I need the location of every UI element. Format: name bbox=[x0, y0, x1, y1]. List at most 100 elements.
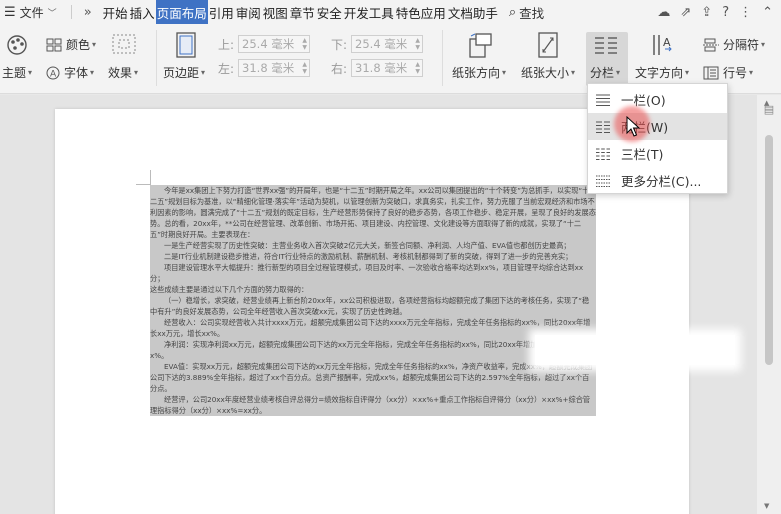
dropdown-arrow-icon: ▾ bbox=[28, 68, 33, 77]
paper-size-icon bbox=[537, 32, 559, 58]
bottom-margin-field[interactable]: 下: 25.4 毫米 ▲ ▼ bbox=[331, 35, 424, 53]
paragraph[interactable]: 经营收入：公司实现经营收入共计xxxx万元，超额完成集团公司下达的xxxx万元全… bbox=[150, 317, 596, 339]
hamburger-icon: ☰ bbox=[4, 4, 16, 20]
paragraph[interactable]: （一）稳增长，求突破，经营业绩再上新台阶20xx年，xx公司积极进取，各项经营指… bbox=[150, 295, 596, 317]
paragraph[interactable]: 今年是xx集团上下努力打造“世界xx强”的开局年，也是“十二五”时期开局之年。x… bbox=[150, 185, 596, 240]
three-column-icon bbox=[596, 148, 610, 160]
tab-doc-assistant[interactable]: 文档助手 bbox=[447, 0, 499, 24]
three-column-item[interactable]: 三栏(T) bbox=[588, 140, 727, 167]
left-margin-label: 左: bbox=[218, 61, 235, 76]
search-label: 查找 bbox=[519, 5, 545, 21]
paragraph[interactable]: 这些成绩主要是通过以下几个方面的努力取得的： bbox=[150, 284, 596, 295]
breaks-button[interactable]: 分隔符 ▾ bbox=[703, 36, 765, 53]
more-columns-item[interactable]: 更多分栏(C)... bbox=[588, 167, 727, 194]
line-numbers-icon bbox=[703, 66, 719, 79]
left-margin-field[interactable]: 左: 31.8 毫米 ▲ ▼ bbox=[218, 59, 311, 77]
tab-references[interactable]: 引用 bbox=[208, 0, 235, 24]
dropdown-arrow-icon: ▾ bbox=[761, 40, 766, 49]
text-direction-icon: A bbox=[651, 34, 675, 56]
share-icon[interactable]: ⇗ bbox=[680, 5, 691, 20]
paragraph[interactable]: EVA值：实现xx万元，超额完成集团公司下达的xx万元全年指标，完成全年任务指标… bbox=[150, 361, 596, 394]
colors-button[interactable]: 颜色 ▾ bbox=[46, 36, 96, 53]
bottom-margin-label: 下: bbox=[331, 37, 348, 52]
margins-button[interactable]: 页边距 ▾ bbox=[163, 64, 205, 81]
one-column-item[interactable]: 一栏(O) bbox=[588, 86, 727, 113]
file-menu-label: 文件 bbox=[19, 5, 44, 20]
dropdown-arrow-icon: ▾ bbox=[685, 68, 690, 77]
more-tabs-icon[interactable]: » bbox=[84, 5, 92, 20]
top-margin-label: 上: bbox=[218, 37, 235, 52]
scrollbar-thumb[interactable] bbox=[765, 135, 773, 365]
theme-icon bbox=[6, 34, 28, 56]
margins-label: 页边距 bbox=[163, 66, 200, 80]
search-button[interactable]: ⌕ 查找 bbox=[509, 3, 544, 22]
more-columns-icon bbox=[596, 175, 610, 187]
document-body[interactable]: 今年是xx集团上下努力打造“世界xx强”的开局年，也是“十二五”时期开局之年。x… bbox=[150, 185, 596, 416]
paragraph[interactable]: 净利润：实现净利润xx万元，超额完成集团公司下达的xx万元全年指标，完成全年任务… bbox=[150, 339, 596, 361]
tab-developer[interactable]: 开发工具 bbox=[343, 0, 395, 24]
line-numbers-button[interactable]: 行号 ▾ bbox=[703, 64, 753, 81]
theme-button[interactable]: 主题 ▾ bbox=[2, 64, 32, 81]
orientation-icon bbox=[467, 32, 493, 58]
more-icon[interactable]: ⋮ bbox=[739, 5, 752, 20]
fonts-icon: A bbox=[46, 66, 60, 79]
left-margin-input[interactable]: 31.8 毫米 ▲ ▼ bbox=[238, 59, 311, 77]
effects-button[interactable]: 效果 ▾ bbox=[108, 64, 138, 81]
orientation-button[interactable]: 纸张方向 ▾ bbox=[452, 64, 506, 81]
colors-label: 颜色 bbox=[66, 38, 91, 52]
two-column-item[interactable]: 两栏(W) bbox=[588, 113, 727, 140]
two-column-icon bbox=[596, 121, 610, 133]
right-margin-field[interactable]: 右: 31.8 毫米 ▲ ▼ bbox=[331, 59, 424, 77]
tab-chapter[interactable]: 章节 bbox=[289, 0, 316, 24]
fonts-button[interactable]: A 字体 ▾ bbox=[46, 64, 94, 81]
text-direction-label: 文字方向 bbox=[635, 66, 684, 80]
vertical-scrollbar[interactable]: ▲ ▼ bbox=[757, 95, 781, 514]
divider bbox=[442, 30, 443, 86]
file-menu[interactable]: ☰ 文件 ﹀ bbox=[0, 0, 63, 24]
paragraph[interactable]: 一是生产经营实现了历史性突破：主营业务收入首次突破2亿元大关，新签合同额、净利润… bbox=[150, 240, 596, 251]
margins-icon bbox=[175, 32, 197, 58]
top-margin-input[interactable]: 25.4 毫米 ▲ ▼ bbox=[238, 35, 311, 53]
side-tool-icon[interactable]: ▤ bbox=[760, 100, 778, 118]
dropdown-arrow-icon: ▾ bbox=[92, 40, 97, 49]
text-direction-button[interactable]: 文字方向 ▾ bbox=[635, 64, 689, 81]
paper-size-label: 纸张大小 bbox=[521, 66, 570, 80]
columns-button[interactable]: 分栏 ▾ bbox=[590, 64, 620, 81]
help-icon[interactable]: ? bbox=[722, 5, 729, 20]
paragraph[interactable]: 经营评，公司20xx年度经营业绩考核自评总得分=绩效指标自评得分（xx分）×xx… bbox=[150, 394, 596, 416]
columns-label: 分栏 bbox=[590, 66, 615, 80]
svg-text:A: A bbox=[50, 69, 57, 79]
dropdown-arrow-icon: ▾ bbox=[571, 68, 576, 77]
tab-review[interactable]: 审阅 bbox=[235, 0, 262, 24]
bottom-margin-input[interactable]: 25.4 毫米 ▲ ▼ bbox=[351, 35, 424, 53]
paragraph[interactable]: 二是IT行业机制建设稳步推进，符合IT行业特点的激励机制、薪酬机制、考核机制都得… bbox=[150, 251, 596, 262]
cloud-icon[interactable]: ☁ bbox=[657, 5, 670, 20]
tab-special[interactable]: 特色应用 bbox=[395, 0, 447, 24]
line-numbers-label: 行号 bbox=[723, 66, 748, 80]
svg-text:A: A bbox=[663, 36, 671, 49]
scroll-down-icon[interactable]: ▼ bbox=[764, 502, 769, 510]
effects-icon bbox=[112, 34, 136, 54]
collapse-ribbon-icon[interactable]: ⌃ bbox=[762, 5, 773, 20]
breaks-label: 分隔符 bbox=[723, 38, 760, 52]
right-margin-input[interactable]: 31.8 毫米 ▲ ▼ bbox=[351, 59, 424, 77]
paragraph[interactable]: 项目建设管理水平大幅提升：推行新型的项目全过程管理模式，项目及时率、一次验收合格… bbox=[150, 262, 596, 284]
dropdown-arrow-icon: ▾ bbox=[502, 68, 507, 77]
tab-insert[interactable]: 插入 bbox=[129, 0, 156, 24]
divider bbox=[156, 30, 157, 86]
fonts-label: 字体 bbox=[64, 66, 89, 80]
upload-icon[interactable]: ⇪ bbox=[701, 5, 712, 20]
window-tools: ☁ ⇗ ⇪ ? ⋮ ⌃ bbox=[657, 0, 781, 24]
top-margin-field[interactable]: 上: 25.4 毫米 ▲ ▼ bbox=[218, 35, 311, 53]
theme-label: 主题 bbox=[2, 66, 27, 80]
paper-size-button[interactable]: 纸张大小 ▾ bbox=[521, 64, 575, 81]
chevron-down-icon: ﹀ bbox=[47, 8, 57, 19]
tab-page-layout[interactable]: 页面布局 bbox=[155, 0, 208, 24]
tab-home[interactable]: 开始 bbox=[102, 0, 129, 24]
tab-security[interactable]: 安全 bbox=[316, 0, 343, 24]
tab-view[interactable]: 视图 bbox=[262, 0, 289, 24]
dropdown-arrow-icon: ▾ bbox=[201, 68, 206, 77]
dropdown-arrow-icon: ▾ bbox=[134, 68, 139, 77]
right-margin-label: 右: bbox=[331, 61, 348, 76]
page-corner-mark bbox=[136, 170, 151, 185]
